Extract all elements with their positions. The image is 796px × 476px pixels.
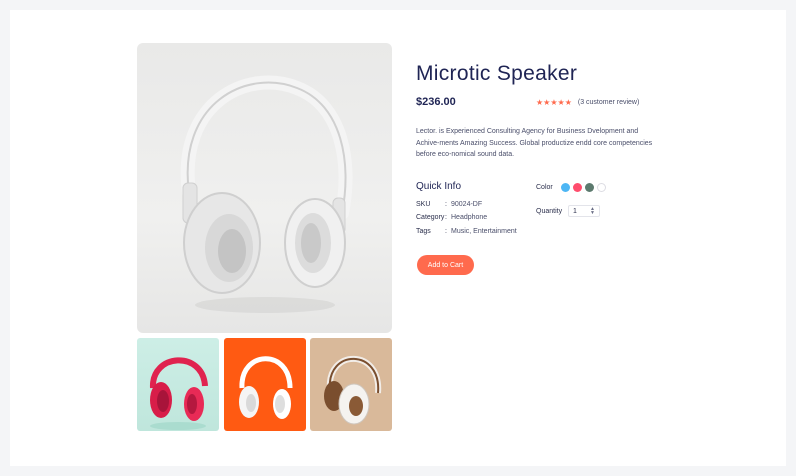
- info-label: Category: [416, 214, 445, 221]
- color-label: Color: [536, 184, 553, 191]
- thumbnail-pink-headphones[interactable]: [137, 338, 219, 431]
- info-label: SKU: [416, 201, 431, 208]
- product-rating: ★★★★★ (3 customer review): [536, 98, 639, 107]
- product-title: Microtic Speaker: [416, 62, 578, 85]
- info-value-tags[interactable]: Music, Entertainment: [451, 228, 517, 235]
- product-description: Lector. is Experienced Consulting Agency…: [416, 128, 653, 158]
- info-label: Tags: [416, 228, 431, 235]
- thumbnail-brown-headphones[interactable]: [310, 338, 392, 431]
- info-row-category: Category : Headphone: [416, 214, 487, 221]
- quantity-label: Quantity: [536, 208, 563, 215]
- color-swatch-white[interactable]: [597, 183, 606, 192]
- add-to-cart-button[interactable]: Add to Cart: [417, 255, 474, 275]
- page-card: [10, 10, 786, 466]
- info-value-sku: 90024-DF: [451, 201, 483, 208]
- quantity-value: 1: [573, 207, 577, 215]
- quantity-stepper[interactable]: 1 ▲ ▼: [568, 205, 600, 217]
- review-count-link[interactable]: (3 customer review): [578, 99, 639, 106]
- quick-info-heading: Quick Info: [416, 181, 462, 192]
- product-price: $236.00: [416, 96, 456, 108]
- stepper-arrows-icon[interactable]: ▲ ▼: [590, 207, 595, 216]
- info-value-category[interactable]: Headphone: [451, 214, 487, 221]
- color-swatch-pink[interactable]: [573, 183, 582, 192]
- info-row-sku: SKU : 90024-DF: [416, 201, 482, 208]
- color-swatches: [561, 183, 606, 192]
- info-row-tags: Tags : Music, Entertainment: [416, 228, 517, 235]
- main-product-image[interactable]: [137, 43, 392, 333]
- star-rating-icon: ★★★★★: [536, 98, 572, 107]
- color-swatch-blue[interactable]: [561, 183, 570, 192]
- color-swatch-green[interactable]: [585, 183, 594, 192]
- thumbnail-white-headphones-orange[interactable]: [224, 338, 306, 431]
